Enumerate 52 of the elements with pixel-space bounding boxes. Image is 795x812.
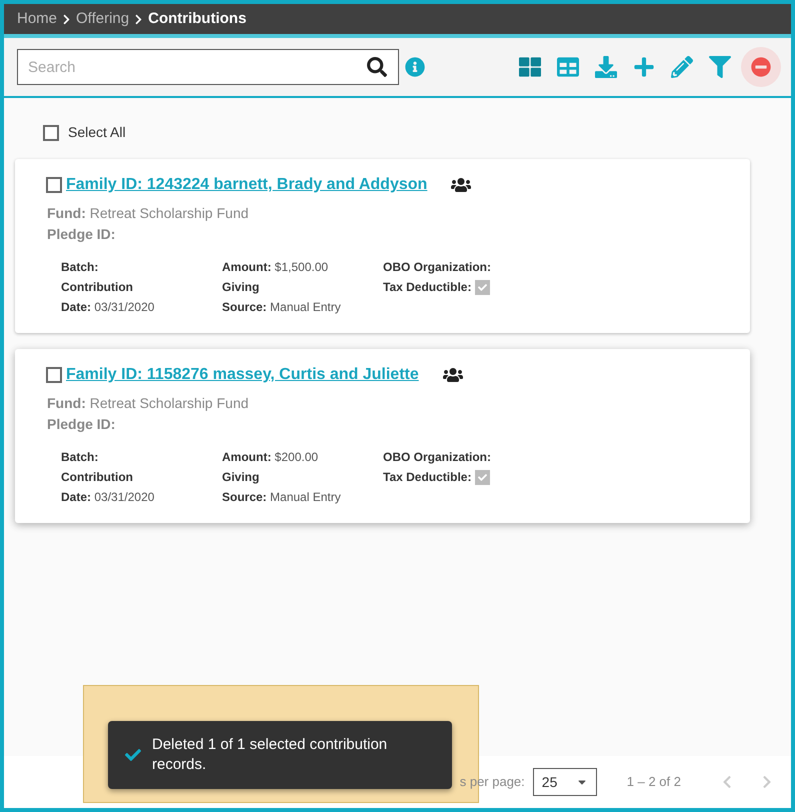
- chevron-icon: [62, 14, 72, 24]
- tax-label: Tax Deductible:: [383, 279, 472, 296]
- batch-label: Batch:: [61, 449, 98, 466]
- filter-icon[interactable]: [709, 56, 731, 78]
- amount-text: Amount: $200.00: [222, 449, 318, 466]
- check-icon: [478, 472, 488, 482]
- select-all-checkbox[interactable]: [43, 124, 59, 140]
- users-icon: [451, 177, 472, 193]
- record-checkbox[interactable]: [46, 367, 62, 383]
- search-field[interactable]: Search: [17, 49, 399, 85]
- search-icon[interactable]: [367, 57, 387, 77]
- amount-text: Amount: $1,500.00: [222, 259, 328, 276]
- download-icon[interactable]: [595, 56, 617, 78]
- type-text: Contribution: [61, 469, 133, 486]
- pencil-icon[interactable]: [671, 56, 693, 78]
- select-all-label[interactable]: Select All: [68, 122, 126, 143]
- check-icon: [478, 282, 488, 292]
- source-text: Source: Manual Entry: [222, 489, 341, 506]
- obo-label: OBO Organization:: [383, 449, 491, 466]
- page-range: 1 – 2 of 2: [626, 773, 681, 792]
- breadcrumb-item[interactable]: Offering: [76, 8, 130, 30]
- record-checkbox[interactable]: [46, 177, 62, 193]
- plus-icon[interactable]: [633, 56, 655, 78]
- minus-icon: [751, 57, 771, 77]
- fund-text: Fund: Retreat Scholarship Fund: [47, 204, 250, 223]
- breadcrumb-item[interactable]: Home: [17, 8, 58, 30]
- date-text: Date: 03/31/2020: [61, 299, 154, 316]
- date-text: Date: 03/31/2020: [61, 489, 154, 506]
- category-text: Giving: [222, 469, 260, 486]
- obo-label: OBO Organization:: [383, 259, 491, 276]
- pledge-label: Pledge ID:: [47, 415, 116, 434]
- delete-button[interactable]: [741, 47, 781, 87]
- toast-message: Deleted 1 of 1 selected contribution records.: [152, 735, 388, 775]
- check-icon: [124, 747, 142, 763]
- table-icon[interactable]: [557, 56, 579, 78]
- chevron-icon: [134, 14, 144, 24]
- record-link[interactable]: Family ID: 1243224 barnett, Brady and Addyson: [66, 173, 428, 197]
- fund-text: Fund: Retreat Scholarship Fund: [47, 394, 250, 413]
- category-text: Giving: [222, 279, 260, 296]
- type-text: Contribution: [61, 279, 133, 296]
- tax-label: Tax Deductible:: [383, 469, 472, 486]
- next-page-icon[interactable]: [761, 775, 773, 789]
- info-icon[interactable]: [405, 57, 425, 77]
- record-link[interactable]: Family ID: 1158276 massey, Curtis and Juliette: [66, 363, 419, 387]
- source-text: Source: Manual Entry: [222, 299, 341, 316]
- grid-icon[interactable]: [519, 56, 541, 78]
- per-page-select[interactable]: 25: [532, 768, 597, 796]
- pledge-label: Pledge ID:: [47, 225, 116, 244]
- batch-label: Batch:: [61, 259, 98, 276]
- previous-page-icon[interactable]: [721, 775, 733, 789]
- breadcrumb-item: Contributions: [148, 8, 246, 29]
- users-icon: [442, 367, 463, 383]
